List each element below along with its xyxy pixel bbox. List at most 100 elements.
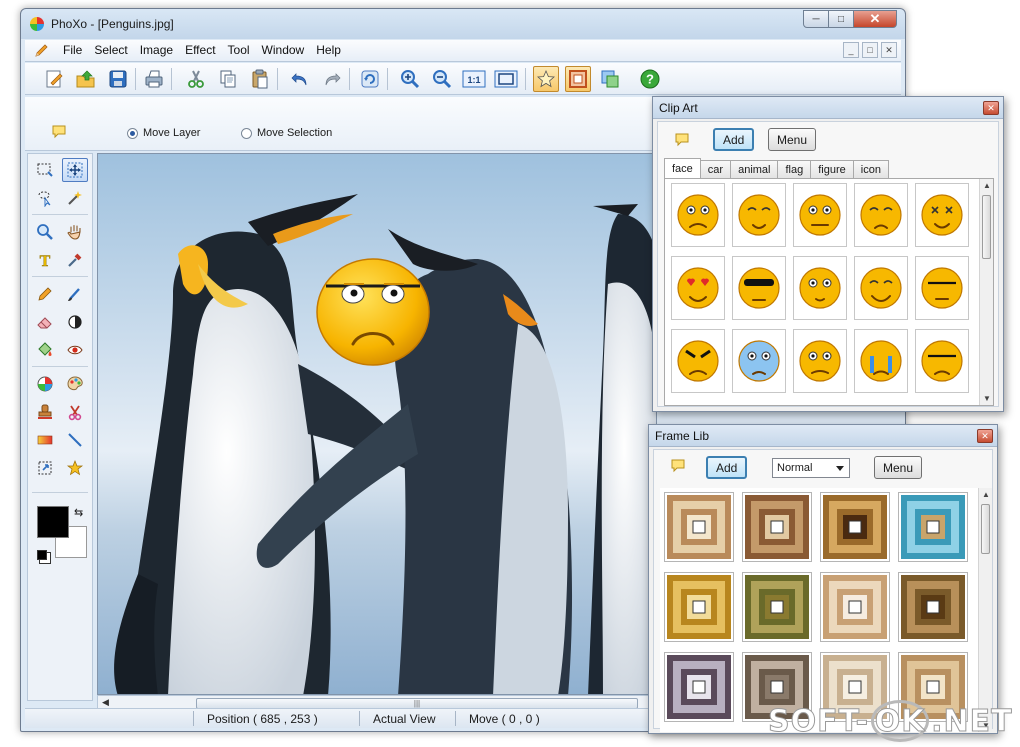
clip-art-item[interactable] — [732, 329, 786, 393]
menu-window[interactable]: Window — [256, 43, 311, 57]
tab-icon[interactable]: icon — [852, 160, 889, 178]
clip-art-item[interactable] — [793, 329, 847, 393]
clip-art-item[interactable] — [793, 256, 847, 320]
paste-button[interactable] — [247, 66, 273, 92]
layers-button[interactable] — [597, 66, 623, 92]
clip-art-close-button[interactable]: ✕ — [983, 101, 999, 115]
frame-item[interactable] — [898, 572, 968, 642]
move-selection-radio[interactable]: Move Selection — [241, 127, 332, 139]
clip-art-item[interactable] — [915, 329, 969, 393]
clip-art-item[interactable] — [671, 183, 725, 247]
tab-figure[interactable]: figure — [810, 160, 854, 178]
swap-colors-icon[interactable]: ⇆ — [74, 506, 83, 519]
frame-item[interactable] — [898, 492, 968, 562]
magic-wand-tool[interactable] — [62, 186, 88, 210]
frame-lib-menu-button[interactable]: Menu — [874, 456, 923, 479]
line-tool[interactable] — [62, 428, 88, 452]
text-tool[interactable]: T — [32, 248, 58, 272]
clip-art-add-button[interactable]: Add — [713, 128, 755, 151]
clip-art-menu-button[interactable]: Menu — [768, 128, 817, 151]
tab-flag[interactable]: flag — [777, 160, 812, 178]
tab-animal[interactable]: animal — [730, 160, 779, 178]
frame-item[interactable] — [820, 572, 890, 642]
frame-item[interactable] — [664, 652, 734, 722]
rect-select-tool[interactable] — [32, 158, 58, 182]
frame-item[interactable] — [820, 492, 890, 562]
contrast-tool[interactable] — [62, 310, 88, 334]
frame-item[interactable] — [664, 492, 734, 562]
zoom-out-button[interactable] — [429, 66, 455, 92]
tab-face[interactable]: face — [664, 158, 701, 178]
menu-file[interactable]: File — [57, 43, 88, 57]
doc-restore-button[interactable]: □ — [862, 42, 878, 58]
menu-image[interactable]: Image — [134, 43, 179, 57]
print-button[interactable] — [141, 66, 167, 92]
menu-tool[interactable]: Tool — [222, 43, 256, 57]
frame-lib-add-button[interactable]: Add — [706, 456, 748, 479]
redo-button[interactable] — [319, 66, 345, 92]
reset-colors-icon[interactable] — [37, 550, 47, 560]
stamp-tool[interactable] — [32, 400, 58, 424]
frame-button[interactable] — [565, 66, 591, 92]
foreground-color-swatch[interactable] — [37, 506, 69, 538]
clip-art-item[interactable] — [854, 329, 908, 393]
clip-art-item[interactable] — [793, 183, 847, 247]
red-eye-tool[interactable] — [62, 338, 88, 362]
menu-select[interactable]: Select — [88, 43, 133, 57]
eyedropper-tool[interactable] — [62, 248, 88, 272]
undo-button[interactable] — [287, 66, 313, 92]
clip-art-scroll-thumb[interactable] — [982, 195, 991, 259]
color-adjust-tool[interactable] — [32, 372, 58, 396]
clip-art-item[interactable] — [854, 256, 908, 320]
eraser-tool[interactable] — [32, 310, 58, 334]
brush-tool[interactable] — [62, 282, 88, 306]
frame-lib-close-button[interactable]: ✕ — [977, 429, 993, 443]
frame-item[interactable] — [742, 572, 812, 642]
maximize-button[interactable]: □ — [828, 10, 854, 28]
clip-art-item[interactable] — [671, 256, 725, 320]
cut-button[interactable] — [183, 66, 209, 92]
fit-window-button[interactable] — [493, 66, 519, 92]
frame-item[interactable] — [664, 572, 734, 642]
menu-help[interactable]: Help — [310, 43, 347, 57]
doc-minimize-button[interactable]: _ — [843, 42, 859, 58]
zoom-in-button[interactable] — [397, 66, 423, 92]
clip-art-button[interactable] — [533, 66, 559, 92]
scissors-tool[interactable] — [62, 400, 88, 424]
tab-car[interactable]: car — [699, 160, 732, 178]
frame-lib-scroll-thumb[interactable] — [981, 504, 990, 554]
help-button[interactable]: ? — [637, 66, 663, 92]
hand-tool[interactable] — [62, 220, 88, 244]
clip-art-item[interactable] — [671, 329, 725, 393]
frame-item[interactable] — [742, 492, 812, 562]
save-button[interactable] — [105, 66, 131, 92]
frame-lib-title-bar[interactable]: Frame Lib — [649, 425, 997, 447]
clip-art-item[interactable] — [915, 183, 969, 247]
frame-lib-scrollbar[interactable]: ▲ ▼ — [978, 488, 992, 732]
minimize-button[interactable]: ─ — [803, 10, 829, 28]
fill-tool[interactable] — [32, 338, 58, 362]
refresh-button[interactable] — [357, 66, 383, 92]
speech-bubble-icon[interactable] — [51, 124, 67, 140]
menu-effect[interactable]: Effect — [179, 43, 221, 57]
clip-art-item[interactable] — [732, 183, 786, 247]
move-tool[interactable] — [62, 158, 88, 182]
zoom-tool[interactable] — [32, 220, 58, 244]
new-button[interactable] — [41, 66, 67, 92]
clip-art-scrollbar[interactable]: ▲ ▼ — [979, 179, 993, 405]
lasso-tool[interactable] — [32, 186, 58, 210]
pencil-tool[interactable] — [32, 282, 58, 306]
clip-art-item[interactable] — [915, 256, 969, 320]
close-button[interactable]: ✕ — [853, 10, 897, 28]
copy-button[interactable] — [215, 66, 241, 92]
image-canvas[interactable] — [97, 153, 657, 695]
open-button[interactable] — [73, 66, 99, 92]
clip-art-item[interactable] — [854, 183, 908, 247]
shape-tool[interactable] — [62, 456, 88, 480]
scroll-left-icon[interactable]: ◀ — [102, 697, 109, 708]
sad-face-clipart[interactable] — [316, 258, 430, 366]
speech-bubble-icon[interactable] — [670, 458, 686, 474]
palette-tool[interactable] — [62, 372, 88, 396]
actual-size-button[interactable]: 1:1 — [461, 66, 487, 92]
title-bar[interactable]: PhoXo - [Penguins.jpg] ─ □ ✕ — [21, 9, 905, 39]
